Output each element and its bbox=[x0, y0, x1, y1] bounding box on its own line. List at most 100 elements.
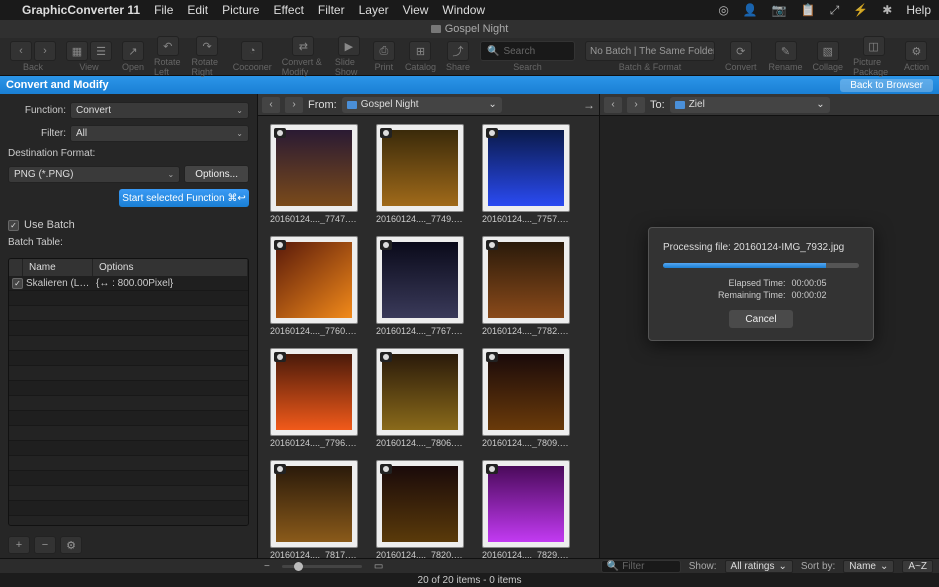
catalog-button[interactable]: ⊞ bbox=[409, 41, 431, 61]
filter-input[interactable]: 🔍Filter bbox=[601, 560, 681, 573]
menu-edit[interactable]: Edit bbox=[187, 3, 208, 17]
slideshow-button[interactable]: ▶ bbox=[338, 36, 360, 56]
use-batch-checkbox[interactable]: ✓ bbox=[8, 220, 19, 231]
action-button[interactable]: ⚙ bbox=[905, 41, 927, 61]
back-to-browser-button[interactable]: Back to Browser bbox=[840, 79, 933, 92]
src-fwd-button[interactable]: › bbox=[285, 97, 303, 113]
thumbnail-filename: 20160124...._7757.jpg bbox=[482, 214, 570, 224]
bolt-icon[interactable]: ⚡ bbox=[853, 3, 868, 17]
sort-order-select[interactable]: A~Z bbox=[902, 560, 933, 573]
menu-view[interactable]: View bbox=[403, 3, 429, 17]
camera-badge-icon bbox=[274, 128, 286, 138]
go-arrow-icon[interactable]: → bbox=[583, 98, 595, 112]
use-batch-label: Use Batch bbox=[24, 219, 75, 231]
dest-format-select[interactable]: PNG (*.PNG)⌄ bbox=[8, 166, 180, 183]
search-icon: 🔍 bbox=[607, 561, 619, 572]
dst-fwd-button[interactable]: › bbox=[627, 97, 645, 113]
ss-label: Slide Show bbox=[335, 57, 363, 77]
toolbar-search[interactable]: 🔍Search bbox=[480, 41, 575, 61]
clipboard-icon[interactable]: 📋 bbox=[801, 3, 816, 17]
picture-package-button[interactable]: ◫ bbox=[863, 36, 885, 56]
thumbnail[interactable]: 20160124...._7806.jpg bbox=[376, 348, 464, 448]
thumbnail[interactable]: 20160124...._7796.jpg bbox=[270, 348, 358, 448]
convert-modify-button[interactable]: ⇄ bbox=[292, 36, 314, 56]
print-button[interactable]: ⎙ bbox=[373, 41, 395, 61]
view-grid-button[interactable]: ▦ bbox=[66, 41, 88, 61]
show-select[interactable]: All ratings⌄ bbox=[725, 560, 793, 573]
from-label: From: bbox=[308, 99, 337, 111]
collage-button[interactable]: ▧ bbox=[817, 41, 839, 61]
table-row[interactable]: ✓ Skalieren (Längs... {↔ : 800.00Pixel} bbox=[9, 276, 248, 291]
filter-bar: − ▭ 🔍Filter Show: All ratings⌄ Sort by: … bbox=[0, 558, 939, 573]
dst-folder-select[interactable]: Ziel⌄ bbox=[670, 97, 830, 113]
cancel-button[interactable]: Cancel bbox=[729, 310, 792, 328]
menu-filter[interactable]: Filter bbox=[318, 3, 345, 17]
zoom-out-icon[interactable]: − bbox=[264, 561, 270, 572]
thumbnail-filename: 20160124...._7767.jpg bbox=[376, 326, 464, 336]
menu-help[interactable]: Help bbox=[906, 3, 931, 17]
user-icon[interactable]: 👤 bbox=[743, 3, 758, 17]
add-batch-button[interactable]: + bbox=[8, 536, 30, 554]
view-list-button[interactable]: ☰ bbox=[90, 41, 112, 61]
catalog-label: Catalog bbox=[405, 62, 436, 72]
thumbnail-filename: 20160124...._7796.jpg bbox=[270, 438, 358, 448]
filter-select[interactable]: All⌄ bbox=[70, 125, 249, 142]
thumbnail-filename: 20160124...._7817.jpg bbox=[270, 550, 358, 558]
menu-picture[interactable]: Picture bbox=[222, 3, 259, 17]
app-menu[interactable]: GraphicConverter 11 bbox=[22, 3, 140, 17]
convert-button[interactable]: ⟳ bbox=[730, 41, 752, 61]
thumbnail[interactable]: 20160124...._7757.jpg bbox=[482, 124, 570, 224]
thumbnail[interactable]: 20160124...._7767.jpg bbox=[376, 236, 464, 336]
thumbnail[interactable]: 20160124...._7820.jpg bbox=[376, 460, 464, 558]
menu-layer[interactable]: Layer bbox=[359, 3, 389, 17]
zoom-slider[interactable] bbox=[282, 565, 362, 568]
dst-back-button[interactable]: ‹ bbox=[604, 97, 622, 113]
thumbnail[interactable]: 20160124...._7760.jpg bbox=[270, 236, 358, 336]
gear-icon[interactable]: ✱ bbox=[882, 3, 892, 17]
thumbnail[interactable]: 20160124...._7817.jpg bbox=[270, 460, 358, 558]
camera-badge-icon bbox=[274, 240, 286, 250]
camera-badge-icon bbox=[380, 352, 392, 362]
src-back-button[interactable]: ‹ bbox=[262, 97, 280, 113]
thumbnail[interactable]: 20160124...._7782.jpg bbox=[482, 236, 570, 336]
row-checkbox[interactable]: ✓ bbox=[12, 278, 23, 289]
zoom-in-icon[interactable]: ▭ bbox=[374, 561, 383, 572]
rotate-left-button[interactable]: ↶ bbox=[157, 36, 179, 56]
print-label: Print bbox=[375, 62, 394, 72]
record-icon[interactable]: ◎ bbox=[718, 3, 728, 17]
batch-format-select[interactable]: No Batch | The Same Folder | p... bbox=[585, 41, 715, 61]
cocooner-button[interactable]: ◔ bbox=[241, 41, 263, 61]
camera-badge-icon bbox=[486, 464, 498, 474]
sort-select[interactable]: Name⌄ bbox=[843, 560, 894, 573]
options-button[interactable]: Options... bbox=[184, 165, 249, 183]
collage-label: Collage bbox=[813, 62, 844, 72]
filter-label: Filter: bbox=[8, 128, 66, 139]
fwd-button[interactable]: › bbox=[34, 41, 56, 61]
col-name[interactable]: Name bbox=[23, 259, 93, 276]
remove-batch-button[interactable]: − bbox=[34, 536, 56, 554]
rl-label: Rotate Left bbox=[154, 57, 181, 77]
thumbnail[interactable]: 20160124...._7809.jpg bbox=[482, 348, 570, 448]
camera-badge-icon bbox=[486, 128, 498, 138]
menu-file[interactable]: File bbox=[154, 3, 173, 17]
share-button[interactable]: ⤴ bbox=[447, 41, 469, 61]
share-label: Share bbox=[446, 62, 470, 72]
menu-window[interactable]: Window bbox=[442, 3, 485, 17]
rotate-right-button[interactable]: ↷ bbox=[196, 36, 218, 56]
camera-icon[interactable]: 📷 bbox=[772, 3, 787, 17]
back-button[interactable]: ‹ bbox=[10, 41, 32, 61]
batch-gear-button[interactable]: ⚙ bbox=[60, 536, 82, 554]
function-select[interactable]: Convert⌄ bbox=[70, 102, 249, 119]
elapsed-label: Elapsed Time: bbox=[695, 278, 785, 288]
thumbnail[interactable]: 20160124...._7749.jpg bbox=[376, 124, 464, 224]
rename-button[interactable]: ✎ bbox=[775, 41, 797, 61]
thumbnail[interactable]: 20160124...._7747.jpg bbox=[270, 124, 358, 224]
start-function-button[interactable]: Start selected Function ⌘↩︎ bbox=[119, 189, 249, 207]
src-folder-select[interactable]: Gospel Night⌄ bbox=[342, 97, 502, 113]
open-button[interactable]: ↗ bbox=[122, 41, 144, 61]
col-options[interactable]: Options bbox=[93, 259, 248, 276]
thumbnail[interactable]: 20160124...._7829.jpg bbox=[482, 460, 570, 558]
expand-icon[interactable]: ⤢ bbox=[830, 3, 840, 18]
menu-effect[interactable]: Effect bbox=[273, 3, 303, 17]
thumbnail-filename: 20160124...._7749.jpg bbox=[376, 214, 464, 224]
